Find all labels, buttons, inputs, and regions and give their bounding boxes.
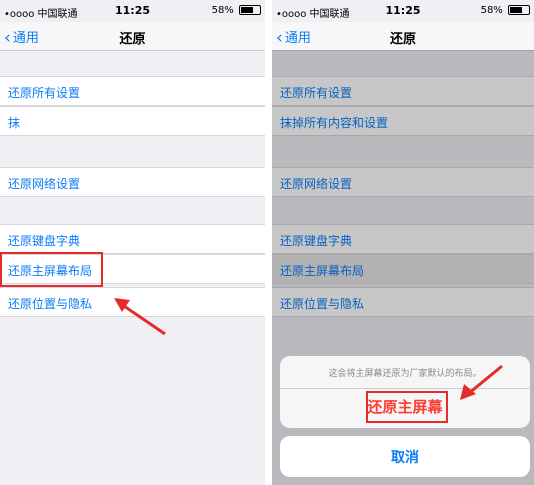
page-title: 还原 (389, 32, 416, 47)
battery-percent: 58% (480, 5, 503, 16)
page-title: 还原 (119, 32, 146, 47)
highlight-box (366, 391, 448, 423)
battery-percent: 58% (211, 5, 234, 16)
highlight-box (0, 252, 103, 287)
row-label: 还原键盘字典 (8, 234, 81, 248)
right-screen: •oooo 中国联通 11:25 58% ‹ 通用 还原 还原所有设置 抹掉所有内… (272, 0, 534, 485)
navigation-bar: ‹ 通用 还原 (0, 22, 265, 51)
erase-all-content-row[interactable]: 抹 (0, 106, 265, 136)
row-label: 还原所有设置 (8, 86, 81, 100)
row-label: 还原网络设置 (8, 177, 81, 191)
row-label: 还原位置与隐私 (8, 297, 93, 311)
status-bar: •oooo 中国联通 11:25 58% (0, 0, 265, 22)
cancel-label: 取消 (391, 450, 419, 466)
cancel-button[interactable]: 取消 (280, 436, 530, 477)
row-label: 抹 (8, 116, 21, 130)
battery-icon (508, 5, 530, 15)
battery-indicator: 58% (481, 5, 530, 16)
battery-indicator: 58% (212, 5, 261, 16)
pointer-arrow-icon (114, 298, 166, 336)
pointer-arrow-icon (460, 364, 503, 400)
reset-keyboard-dictionary-row[interactable]: 还原键盘字典 (0, 224, 265, 254)
status-bar: •oooo 中国联通 11:25 58% (272, 0, 534, 22)
left-screen: •oooo 中国联通 11:25 58% ‹ 通用 还原 还原所有设置 抹 还原网… (0, 0, 265, 485)
battery-icon (239, 5, 261, 15)
reset-all-settings-row[interactable]: 还原所有设置 (0, 76, 265, 106)
reset-network-settings-row[interactable]: 还原网络设置 (0, 167, 265, 197)
navigation-bar: ‹ 通用 还原 (272, 22, 534, 51)
